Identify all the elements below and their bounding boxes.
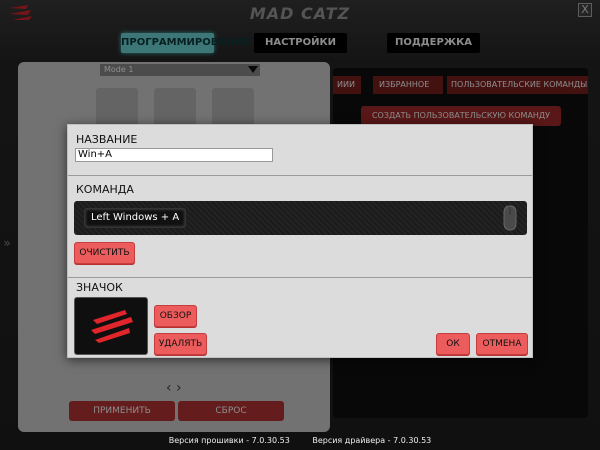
mouse-icon	[503, 205, 517, 231]
driver-version: Версия драйвера - 7.0.30.53	[312, 436, 432, 445]
ok-button[interactable]: ОК	[436, 333, 470, 355]
divider	[68, 175, 532, 176]
version-footer: Версия прошивки - 7.0.30.53 Версия драйв…	[0, 436, 600, 450]
name-label: НАЗВАНИЕ	[76, 133, 138, 146]
divider	[68, 277, 532, 278]
browse-button[interactable]: ОБЗОР	[154, 305, 197, 327]
app-window: MAD CATZ X ПРОГРАММИРОВАНИЕ НАСТРОЙКИ ПО…	[0, 0, 600, 450]
command-field[interactable]: Left Windows + A	[74, 201, 527, 235]
name-input[interactable]: Win+A	[75, 148, 273, 162]
red-claw-icon	[91, 310, 133, 343]
command-label: КОМАНДА	[76, 183, 134, 196]
command-icon-preview	[74, 297, 148, 355]
cancel-button[interactable]: ОТМЕНА	[476, 333, 528, 355]
clear-button[interactable]: ОЧИСТИТЬ	[74, 242, 135, 264]
delete-button[interactable]: УДАЛЯТЬ	[154, 333, 207, 355]
custom-command-dialog: НАЗВАНИЕ Win+A КОМАНДА Left Windows + A …	[67, 124, 533, 358]
icon-label: ЗНАЧОК	[76, 281, 123, 294]
command-key-chip: Left Windows + A	[84, 208, 187, 228]
firmware-version: Версия прошивки - 7.0.30.53	[168, 436, 290, 445]
